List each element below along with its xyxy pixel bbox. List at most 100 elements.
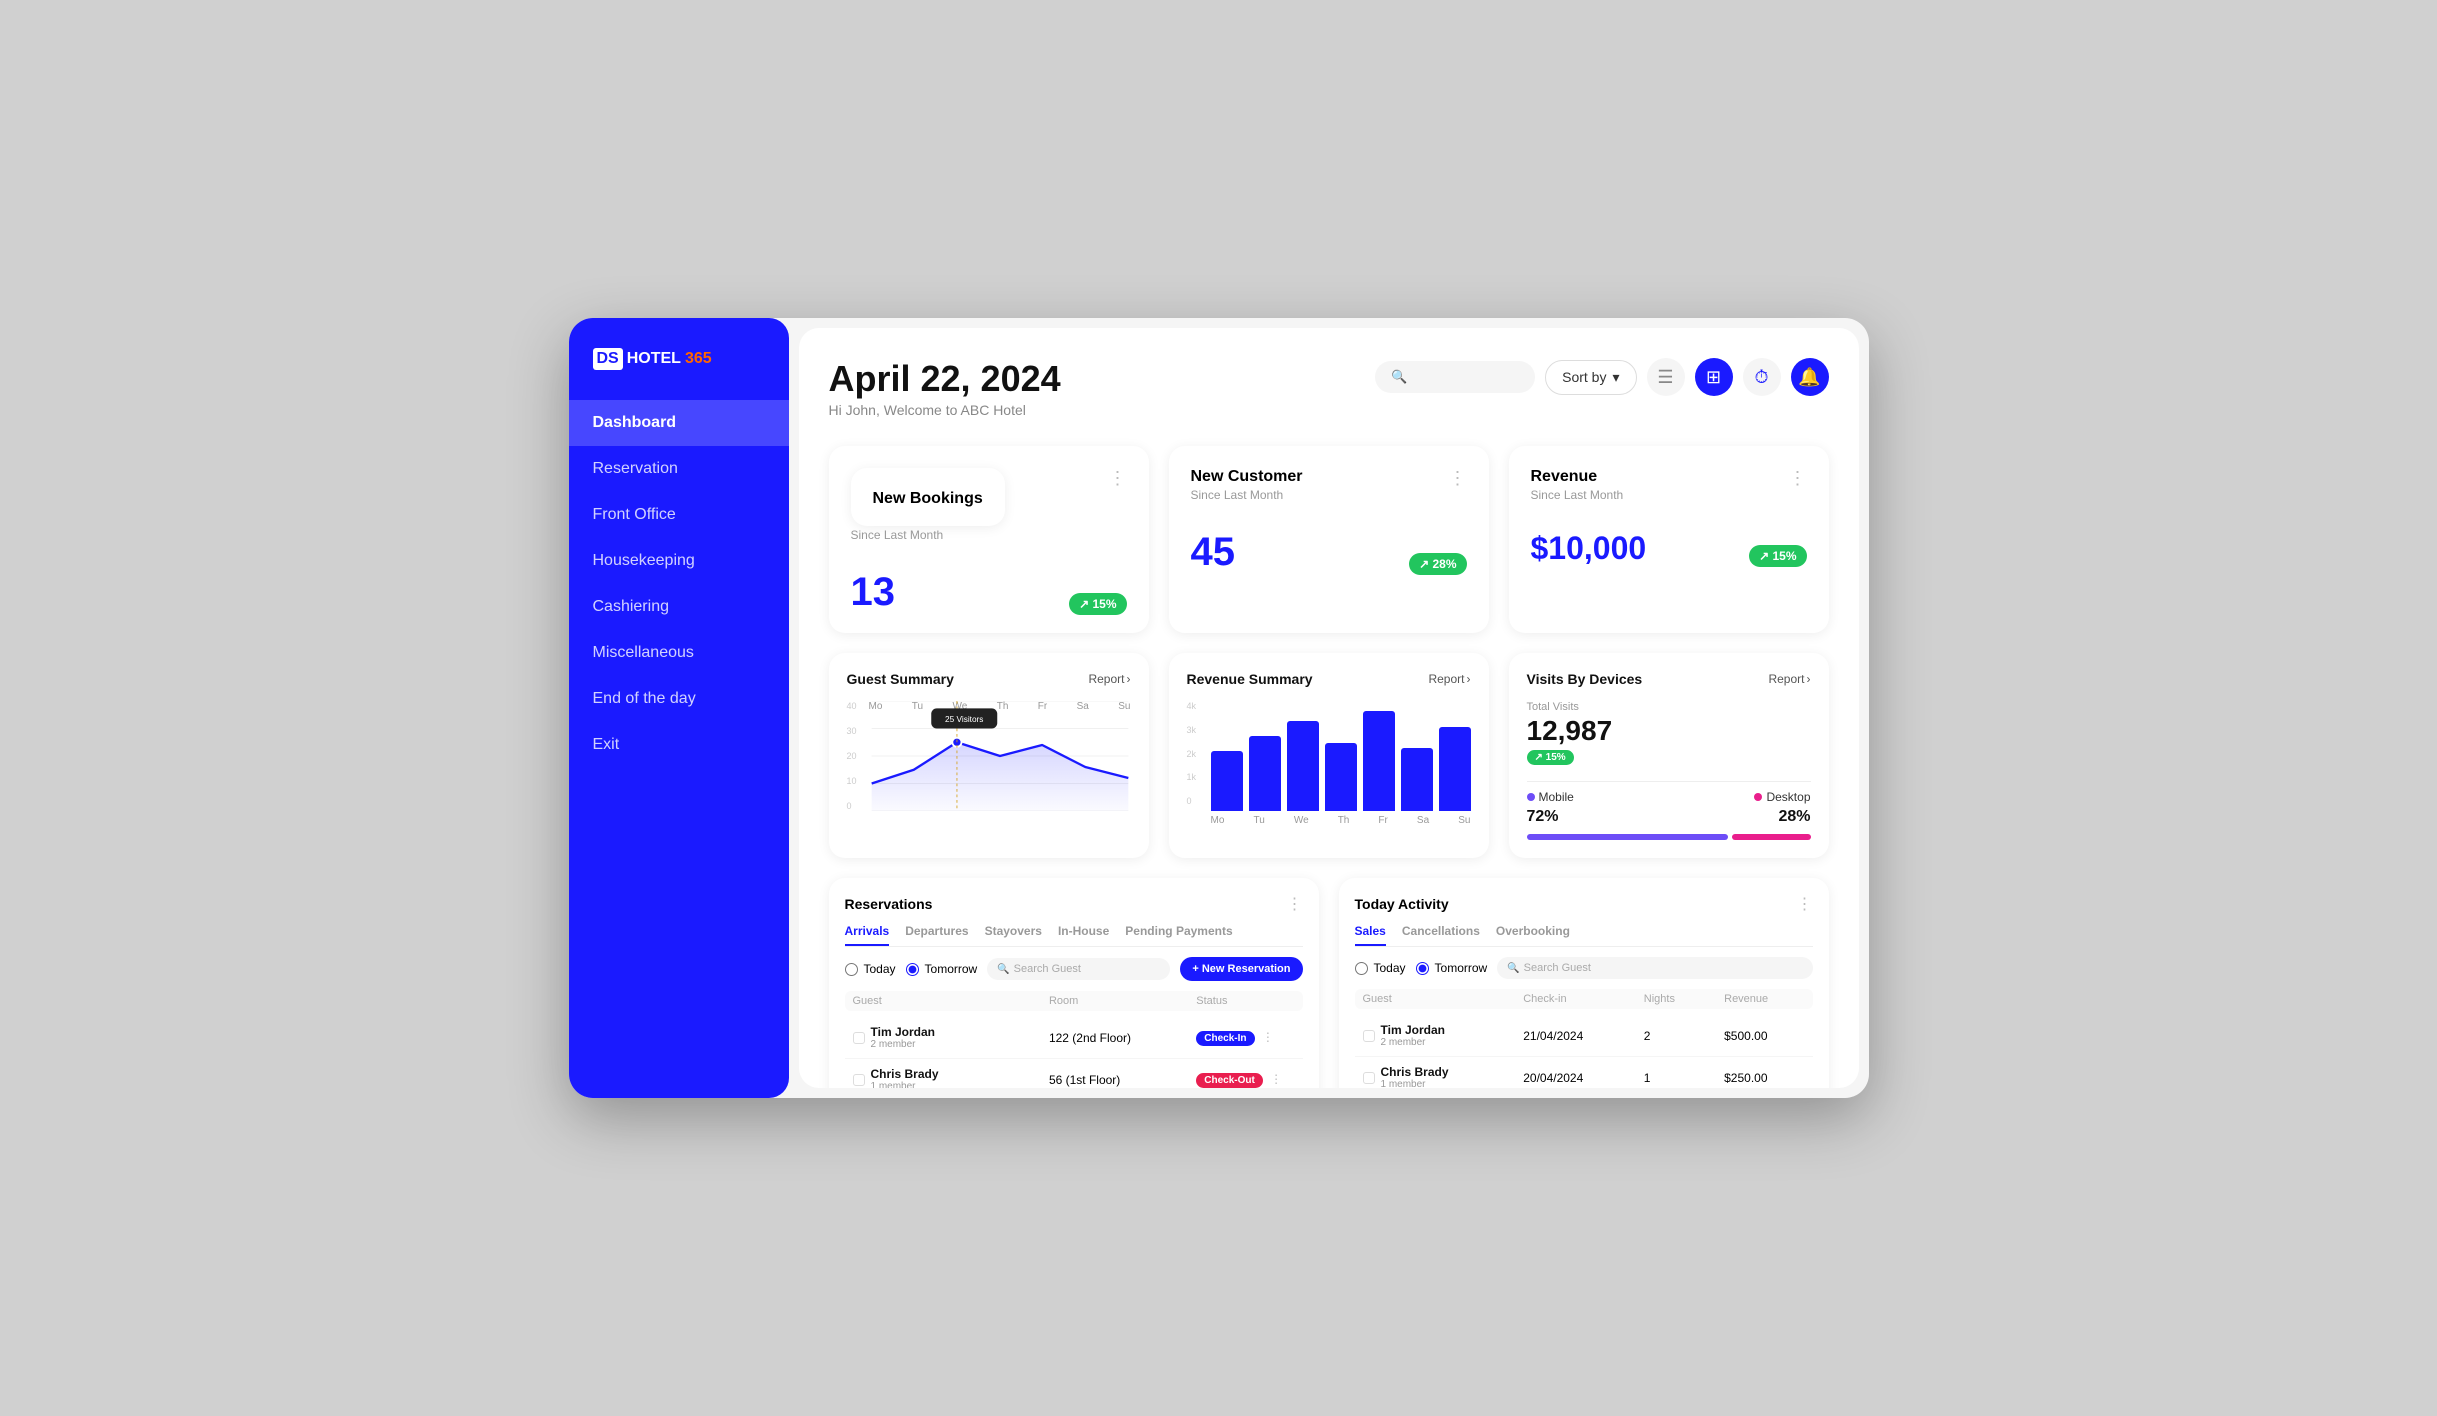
activity-today-radio[interactable] bbox=[1355, 962, 1368, 975]
stat-card-customer: New Customer Since Last Month ⋮ 45 ↗ 28% bbox=[1169, 446, 1489, 633]
sidebar-item-cashiering[interactable]: Cashiering bbox=[569, 584, 789, 630]
tab-cancellations[interactable]: Cancellations bbox=[1402, 924, 1480, 946]
radio-tomorrow[interactable] bbox=[906, 963, 919, 976]
sort-button[interactable]: Sort by ▾ bbox=[1545, 360, 1636, 395]
act-nights-1: 2 bbox=[1644, 1029, 1724, 1043]
sidebar-item-end-of-day[interactable]: End of the day bbox=[569, 676, 789, 722]
bookings-menu[interactable]: ⋮ bbox=[1109, 468, 1127, 489]
list-icon: ☰ bbox=[1657, 367, 1673, 388]
act-name-1: Tim Jordan bbox=[1381, 1023, 1445, 1037]
act-checkbox-2[interactable] bbox=[1363, 1072, 1375, 1084]
customer-subtitle: Since Last Month bbox=[1191, 488, 1303, 502]
act-guest-cell-1: Tim Jordan 2 member bbox=[1363, 1023, 1524, 1048]
radio-today[interactable] bbox=[845, 963, 858, 976]
list-view-button[interactable]: ☰ bbox=[1647, 358, 1685, 396]
search-icon: 🔍 bbox=[1391, 369, 1407, 385]
main-content: April 22, 2024 Hi John, Welcome to ABC H… bbox=[799, 328, 1859, 1088]
guest-checkbox-1[interactable] bbox=[853, 1032, 865, 1044]
radio-today-group[interactable]: Today bbox=[845, 962, 896, 976]
bell-icon: 🔔 bbox=[1798, 367, 1820, 388]
sidebar-item-miscellaneous[interactable]: Miscellaneous bbox=[569, 630, 789, 676]
radio-today-label: Today bbox=[864, 962, 896, 976]
sidebar-item-housekeeping[interactable]: Housekeeping bbox=[569, 538, 789, 584]
svg-text:25 Visitors: 25 Visitors bbox=[945, 715, 983, 724]
guest-summary-report[interactable]: Report › bbox=[1088, 672, 1130, 686]
activity-search-guest[interactable]: 🔍 Search Guest bbox=[1497, 957, 1812, 979]
revenue-summary-report[interactable]: Report › bbox=[1428, 672, 1470, 686]
activity-radio-tomorrow[interactable]: Tomorrow bbox=[1416, 961, 1488, 975]
activity-table-head: Guest Check-in Nights Revenue bbox=[1355, 989, 1813, 1009]
search-guest-input[interactable]: 🔍 Search Guest bbox=[987, 958, 1170, 980]
header: April 22, 2024 Hi John, Welcome to ABC H… bbox=[829, 358, 1829, 418]
visits-report[interactable]: Report › bbox=[1768, 672, 1810, 686]
revenue-title: Revenue bbox=[1531, 468, 1624, 486]
revenue-value: $10,000 bbox=[1531, 530, 1647, 567]
activity-tomorrow-label: Tomorrow bbox=[1435, 961, 1488, 975]
reservations-filter-row: Today Tomorrow 🔍 Search Guest + New Rese… bbox=[845, 957, 1303, 981]
sidebar-item-reservation[interactable]: Reservation bbox=[569, 446, 789, 492]
tab-pending[interactable]: Pending Payments bbox=[1125, 924, 1232, 946]
timer-button[interactable]: ⏱ bbox=[1743, 358, 1781, 396]
table-row: Chris Brady 1 member 20/04/2024 1 $250.0… bbox=[1355, 1057, 1813, 1088]
activity-tabs: Sales Cancellations Overbooking bbox=[1355, 924, 1813, 947]
visits-badge: ↗ 15% bbox=[1527, 750, 1574, 765]
reservations-menu[interactable]: ⋮ bbox=[1287, 894, 1303, 914]
act-guest-cell-2: Chris Brady 1 member bbox=[1363, 1065, 1524, 1088]
guest-summary-title: Guest Summary bbox=[847, 671, 954, 687]
sidebar-item-exit[interactable]: Exit bbox=[569, 722, 789, 768]
customer-title: New Customer bbox=[1191, 468, 1303, 486]
tab-stayovers[interactable]: Stayovers bbox=[985, 924, 1042, 946]
col-status: Status bbox=[1196, 995, 1294, 1007]
act-revenue-1: $500.00 bbox=[1724, 1029, 1804, 1043]
guest-cell-2: Chris Brady 1 member bbox=[853, 1067, 1049, 1088]
mobile-progress-bar bbox=[1527, 834, 1729, 840]
guest-member-1: 2 member bbox=[871, 1039, 935, 1050]
guest-summary-chart: 403020100 bbox=[847, 701, 1131, 831]
desktop-progress-bar bbox=[1732, 834, 1810, 840]
tab-sales[interactable]: Sales bbox=[1355, 924, 1386, 946]
alert-button[interactable]: 🔔 bbox=[1791, 358, 1829, 396]
tab-overbooking[interactable]: Overbooking bbox=[1496, 924, 1570, 946]
mobile-row: Mobile Desktop bbox=[1527, 790, 1811, 804]
act-checkin-2: 20/04/2024 bbox=[1523, 1071, 1644, 1085]
tab-arrivals[interactable]: Arrivals bbox=[845, 924, 890, 946]
guest-member-2: 1 member bbox=[871, 1081, 939, 1088]
search-box[interactable]: 🔍 bbox=[1375, 361, 1535, 393]
status-badge-1: Check-In bbox=[1196, 1031, 1254, 1046]
sidebar: DS HOTEL 365 Dashboard Reservation Front… bbox=[569, 318, 789, 1098]
revenue-menu[interactable]: ⋮ bbox=[1789, 468, 1807, 489]
sidebar-item-front-office[interactable]: Front Office bbox=[569, 492, 789, 538]
row-menu-1[interactable]: ⋮ bbox=[1262, 1030, 1274, 1044]
activity-menu[interactable]: ⋮ bbox=[1797, 894, 1813, 914]
activity-radio-today[interactable]: Today bbox=[1355, 961, 1406, 975]
radio-tomorrow-group[interactable]: Tomorrow bbox=[906, 962, 978, 976]
header-left: April 22, 2024 Hi John, Welcome to ABC H… bbox=[829, 358, 1061, 418]
bookings-subtitle: Since Last Month bbox=[851, 528, 1005, 542]
act-checkbox-1[interactable] bbox=[1363, 1030, 1375, 1042]
row-menu-2[interactable]: ⋮ bbox=[1270, 1072, 1282, 1086]
tab-departures[interactable]: Departures bbox=[905, 924, 968, 946]
col-room: Room bbox=[1049, 995, 1196, 1007]
welcome-message: Hi John, Welcome to ABC Hotel bbox=[829, 402, 1061, 418]
grid-view-button[interactable]: ⊞ bbox=[1695, 358, 1733, 396]
reservations-tabs: Arrivals Departures Stayovers In-House P… bbox=[845, 924, 1303, 947]
sidebar-item-dashboard[interactable]: Dashboard bbox=[569, 400, 789, 446]
activity-tomorrow-radio[interactable] bbox=[1416, 962, 1429, 975]
bar-chart bbox=[1211, 701, 1471, 831]
reservations-card: Reservations ⋮ Arrivals Departures Stayo… bbox=[829, 878, 1319, 1088]
activity-filter-row: Today Tomorrow 🔍 Search Guest bbox=[1355, 957, 1813, 979]
tab-in-house[interactable]: In-House bbox=[1058, 924, 1109, 946]
guest-checkbox-2[interactable] bbox=[853, 1074, 865, 1086]
search-input[interactable] bbox=[1415, 370, 1515, 385]
customer-menu[interactable]: ⋮ bbox=[1449, 468, 1467, 489]
room-2: 56 (1st Floor) bbox=[1049, 1073, 1196, 1087]
col-nights: Nights bbox=[1644, 993, 1724, 1005]
revenue-summary-card: Revenue Summary Report › 4k3k2k1k0 bbox=[1169, 653, 1489, 858]
line-chart-svg: 25 Visitors bbox=[869, 701, 1131, 811]
logo-ds: DS bbox=[593, 348, 623, 370]
logo-365: 365 bbox=[685, 350, 712, 368]
room-1: 122 (2nd Floor) bbox=[1049, 1031, 1196, 1045]
col-revenue: Revenue bbox=[1724, 993, 1804, 1005]
new-reservation-button[interactable]: + New Reservation bbox=[1180, 957, 1302, 981]
total-visits-value: 12,987 bbox=[1527, 715, 1811, 747]
